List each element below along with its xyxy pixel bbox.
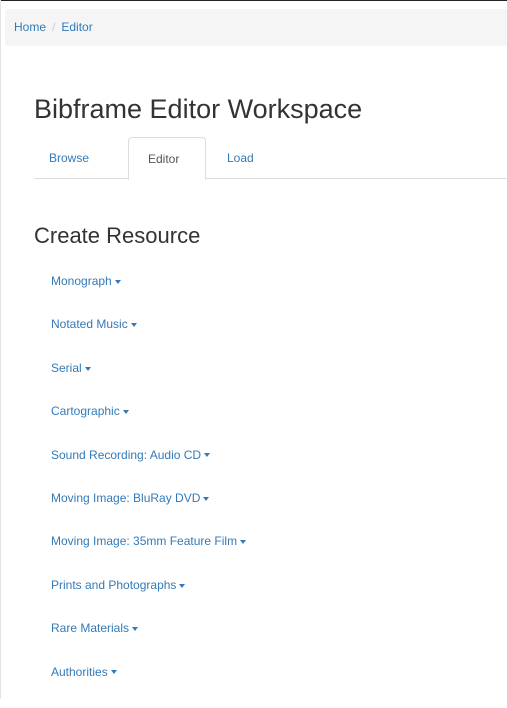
resource-label: Sound Recording: Audio CD: [51, 447, 202, 462]
resource-dropdown-sound-recording-audio-cd[interactable]: Sound Recording: Audio CD: [51, 448, 246, 491]
resource-label: Serial: [51, 360, 82, 375]
caret-down-icon: [240, 540, 247, 545]
create-resource-heading: Create Resource: [34, 223, 201, 248]
tab-editor[interactable]: Editor: [128, 137, 206, 180]
caret-down-icon: [130, 323, 137, 328]
breadcrumb-current: Editor: [61, 20, 93, 34]
tab-browse[interactable]: Browse: [34, 137, 126, 179]
resource-label: Prints and Photographs: [51, 577, 177, 592]
caret-down-icon: [132, 626, 139, 631]
resource-dropdown-cartographic[interactable]: Cartographic: [51, 404, 246, 447]
resource-dropdown-prints-and-photographs[interactable]: Prints and Photographs: [51, 578, 246, 621]
resource-label: Rare Materials: [51, 621, 130, 636]
caret-down-icon: [122, 410, 129, 414]
create-resource-list: Monograph Notated Music Serial Cartograp…: [51, 274, 247, 708]
tab-load[interactable]: Load: [215, 137, 275, 179]
resource-dropdown-authorities[interactable]: Authorities: [51, 665, 246, 708]
page-title: Bibframe Editor Workspace: [34, 94, 363, 124]
caret-down-icon: [84, 366, 91, 371]
resource-dropdown-moving-image-bluray-dvd[interactable]: Moving Image: BluRay DVD: [51, 491, 246, 534]
breadcrumb: Home / Editor: [5, 9, 507, 46]
resource-label: Moving Image: 35mm Feature Film: [51, 534, 238, 549]
caret-down-icon: [203, 496, 210, 501]
resource-label: Authorities: [51, 664, 108, 679]
window-left-border: [0, 0, 1, 699]
workspace-tabs: Browse Editor Load: [34, 137, 507, 180]
resource-label: Notated Music: [51, 317, 128, 332]
breadcrumb-home-link[interactable]: Home: [14, 20, 46, 34]
caret-down-icon: [114, 279, 121, 284]
caret-down-icon: [179, 583, 186, 588]
resource-dropdown-rare-materials[interactable]: Rare Materials: [51, 621, 246, 664]
caret-down-icon: [110, 670, 117, 675]
resource-label: Monograph: [51, 274, 112, 288]
resource-label: Moving Image: BluRay DVD: [51, 490, 201, 505]
resource-label: Cartographic: [51, 404, 120, 419]
resource-dropdown-serial[interactable]: Serial: [51, 361, 246, 404]
caret-down-icon: [204, 453, 211, 458]
resource-dropdown-notated-music[interactable]: Notated Music: [51, 317, 246, 360]
window-top-border: [0, 0, 507, 1]
resource-dropdown-moving-image-35mm-feature-film[interactable]: Moving Image: 35mm Feature Film: [51, 534, 247, 577]
breadcrumb-separator: /: [52, 20, 56, 34]
resource-dropdown-monograph[interactable]: Monograph: [51, 274, 246, 317]
